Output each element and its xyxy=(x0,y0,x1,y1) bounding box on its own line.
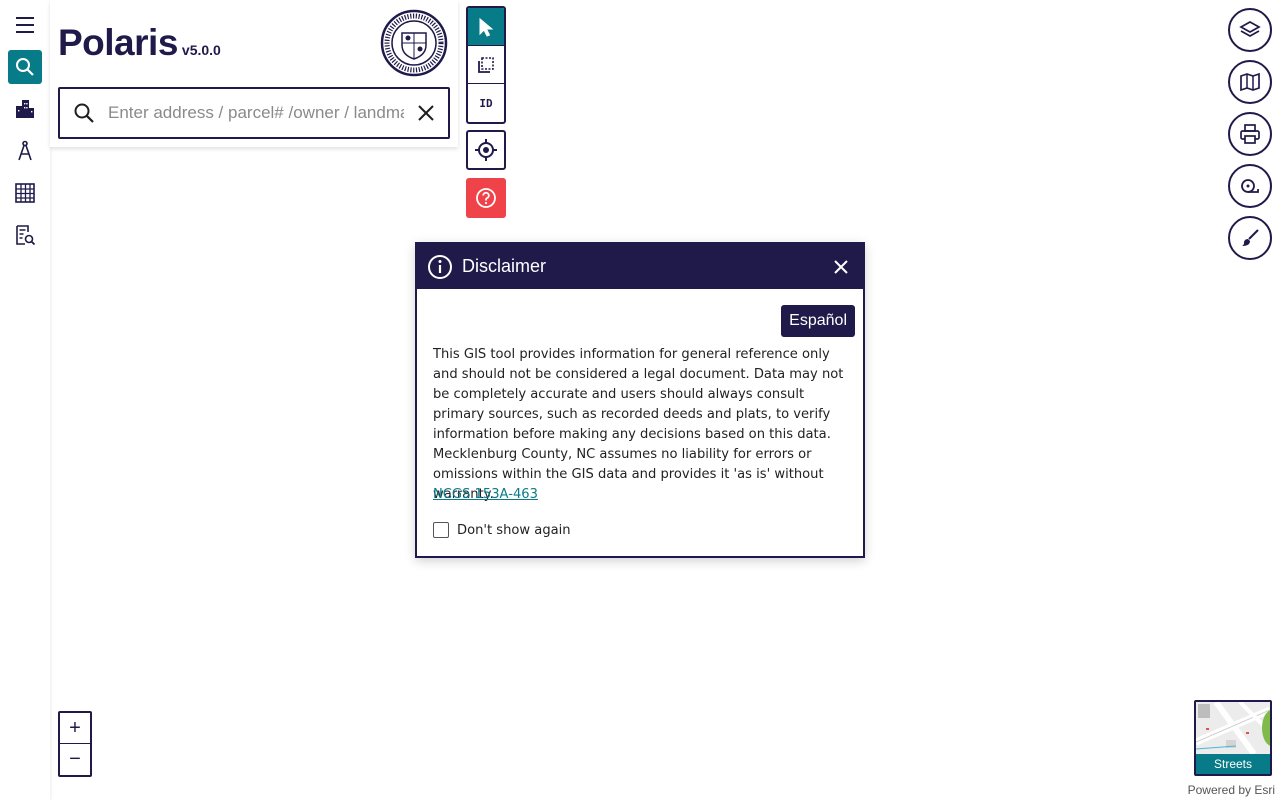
rail-docsearch-button[interactable] xyxy=(8,218,42,252)
select-area-icon xyxy=(478,56,494,73)
info-icon xyxy=(428,254,452,279)
dont-show-again-checkbox[interactable]: Don't show again xyxy=(433,522,571,538)
zoom-out-button[interactable]: − xyxy=(60,744,90,775)
layers-button[interactable] xyxy=(1228,8,1272,52)
basemap-toggle[interactable]: Streets xyxy=(1194,700,1272,776)
app-root: Polaris v5.0.0 ID xyxy=(0,0,1280,800)
select-area-button[interactable] xyxy=(468,46,504,84)
zoom-in-button[interactable]: + xyxy=(60,713,90,744)
draw-icon xyxy=(1242,229,1259,246)
magnifier-icon xyxy=(74,103,94,123)
select-pointer-icon xyxy=(479,17,494,37)
print-button[interactable] xyxy=(1228,112,1272,156)
zoom-control: + − xyxy=(58,711,92,777)
locate-button[interactable] xyxy=(466,130,506,170)
search-panel: Polaris v5.0.0 xyxy=(50,0,458,147)
left-rail xyxy=(0,0,50,800)
dialog-close-button[interactable] xyxy=(819,244,863,289)
rail-table-button[interactable] xyxy=(8,176,42,210)
close-icon xyxy=(418,105,434,121)
clear-search-button[interactable] xyxy=(404,89,448,137)
identify-icon: ID xyxy=(479,96,493,110)
search-box xyxy=(58,87,450,139)
search-input[interactable] xyxy=(108,103,404,123)
statute-link[interactable]: NCGS 153A-463 xyxy=(433,485,538,505)
menu-button[interactable] xyxy=(8,8,42,42)
county-seal-logo xyxy=(380,9,448,77)
grid-table-icon xyxy=(15,183,35,203)
menu-icon xyxy=(16,17,34,33)
help-button[interactable] xyxy=(466,178,506,218)
app-brand: Polaris v5.0.0 xyxy=(58,22,221,64)
basemap-gallery-button[interactable] xyxy=(1228,60,1272,104)
measure-icon xyxy=(1241,179,1259,193)
help-question-icon xyxy=(476,188,496,208)
search-icon xyxy=(16,58,34,76)
identify-button[interactable]: ID xyxy=(468,84,504,122)
dialog-header: Disclaimer xyxy=(417,244,863,289)
close-icon xyxy=(834,259,848,274)
map-icon xyxy=(1240,72,1260,92)
rail-buildings-button[interactable] xyxy=(8,92,42,126)
rail-compass-button[interactable] xyxy=(8,134,42,168)
dialog-title: Disclaimer xyxy=(462,256,547,276)
document-search-icon xyxy=(16,225,36,246)
print-icon xyxy=(1240,124,1260,144)
buildings-icon xyxy=(16,100,34,118)
disclaimer-text: This GIS tool provides information for g… xyxy=(433,347,844,502)
disclaimer-dialog: Disclaimer Español This GIS tool provide… xyxy=(415,242,865,558)
checkbox-box[interactable] xyxy=(433,522,449,538)
locate-crosshair-icon xyxy=(475,139,497,161)
draw-button[interactable] xyxy=(1228,216,1272,260)
basemap-thumbnail xyxy=(1196,702,1270,754)
search-field-icon xyxy=(60,89,108,137)
app-name: Polaris xyxy=(58,22,178,63)
app-version: v5.0.0 xyxy=(181,42,221,58)
layers-icon xyxy=(1239,21,1261,37)
checkbox-label: Don't show again xyxy=(457,522,571,538)
drafting-compass-icon xyxy=(18,140,32,161)
selection-tools: ID xyxy=(466,6,506,124)
rail-search-button[interactable] xyxy=(8,50,42,84)
spanish-language-button[interactable]: Español xyxy=(781,305,855,337)
basemap-label: Streets xyxy=(1196,754,1270,774)
esri-attribution: Powered by Esri xyxy=(1187,783,1275,797)
measure-button[interactable] xyxy=(1228,164,1272,208)
select-pointer-button[interactable] xyxy=(468,8,504,46)
